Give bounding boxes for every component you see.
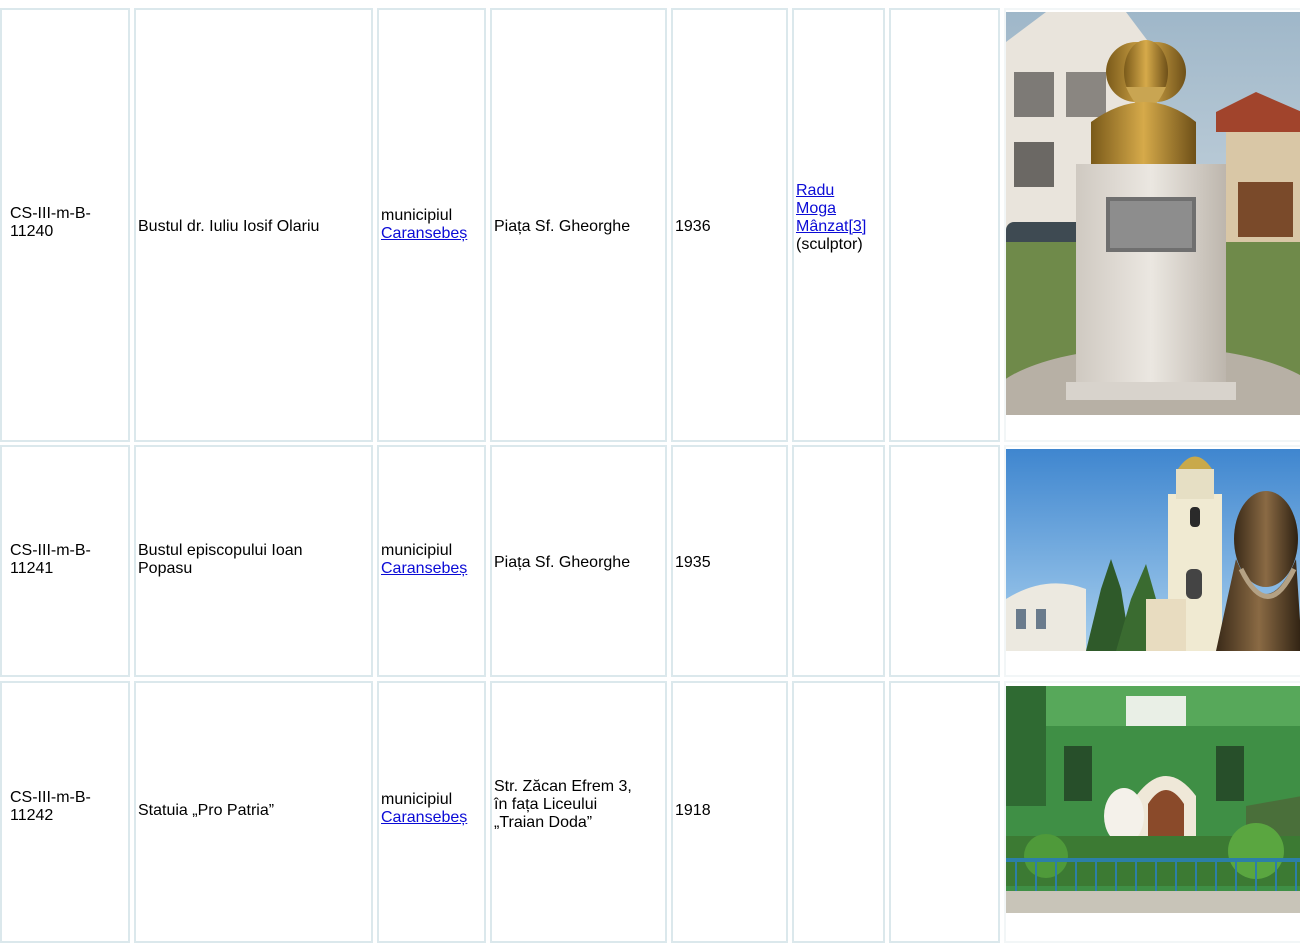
- notes-cell: [889, 445, 1000, 677]
- notes-cell: [889, 681, 1000, 943]
- notes-cell: [889, 8, 1000, 442]
- author-link[interactable]: Moga: [796, 200, 866, 218]
- locality-cell: municipiul Caransebeș: [377, 8, 486, 442]
- address-line: Piața Sf. Gheorghe: [494, 218, 631, 235]
- year-cell: 1935: [671, 445, 788, 677]
- address-line: „Traian Doda”: [494, 814, 593, 831]
- address-line: Piața Sf. Gheorghe: [494, 554, 631, 571]
- locality-prefix: municipiul: [381, 207, 453, 224]
- year: 1918: [675, 802, 711, 819]
- locality-cell: municipiul Caransebeș: [377, 445, 486, 677]
- address-cell: Piața Sf. Gheorghe: [490, 8, 667, 442]
- code-line: CS-III-m-B-: [10, 789, 91, 806]
- code-cell: CS-III-m-B- 11241: [0, 445, 130, 677]
- code-line: 11241: [10, 560, 54, 577]
- address-cell: Str. Zăcan Efrem 3, în fața Liceului „Tr…: [490, 681, 667, 943]
- locality-link[interactable]: Caransebeș: [381, 560, 467, 577]
- code-line: CS-III-m-B-: [10, 205, 91, 222]
- author-cell: [792, 445, 885, 677]
- code-cell: CS-III-m-B- 11240: [0, 8, 130, 442]
- address-line: Str. Zăcan Efrem 3,: [494, 778, 632, 795]
- code-line: CS-III-m-B-: [10, 542, 91, 559]
- monument-name: Bustul episcopului Ioan: [138, 542, 303, 559]
- image-cell: [1004, 681, 1300, 943]
- locality-prefix: municipiul: [381, 542, 453, 559]
- locality-prefix: municipiul: [381, 791, 453, 808]
- church-bust-photo-image[interactable]: [1006, 449, 1300, 651]
- year-cell: 1936: [671, 8, 788, 442]
- locality-cell: municipiul Caransebeș: [377, 681, 486, 943]
- image-cell: [1004, 445, 1300, 677]
- name-cell: Bustul dr. Iuliu Iosif Olariu: [134, 8, 373, 442]
- address-line: în fața Liceului: [494, 796, 598, 813]
- author-cell: [792, 681, 885, 943]
- code-line: 11240: [10, 223, 54, 240]
- author-role: (sculptor): [796, 236, 863, 253]
- monument-name: Popasu: [138, 560, 193, 577]
- monument-name: Statuia „Pro Patria”: [138, 802, 275, 819]
- year-cell: 1918: [671, 681, 788, 943]
- monument-name: Bustul dr. Iuliu Iosif Olariu: [138, 218, 320, 235]
- year: 1935: [675, 554, 711, 571]
- bust-photo-image[interactable]: [1006, 12, 1300, 415]
- author-cell: Radu Moga Mânzat[3] (sculptor): [792, 8, 885, 442]
- code-line: 11242: [10, 807, 54, 824]
- statue-photo-image[interactable]: [1006, 686, 1300, 913]
- name-cell: Statuia „Pro Patria”: [134, 681, 373, 943]
- year: 1936: [675, 218, 711, 235]
- image-cell: [1004, 8, 1300, 442]
- author-link[interactable]: Mânzat[3]: [796, 218, 866, 236]
- locality-link[interactable]: Caransebeș: [381, 809, 467, 826]
- address-cell: Piața Sf. Gheorghe: [490, 445, 667, 677]
- name-cell: Bustul episcopului Ioan Popasu: [134, 445, 373, 677]
- author-link[interactable]: Radu: [796, 182, 866, 200]
- code-cell: CS-III-m-B- 11242: [0, 681, 130, 943]
- locality-link[interactable]: Caransebeș: [381, 225, 467, 242]
